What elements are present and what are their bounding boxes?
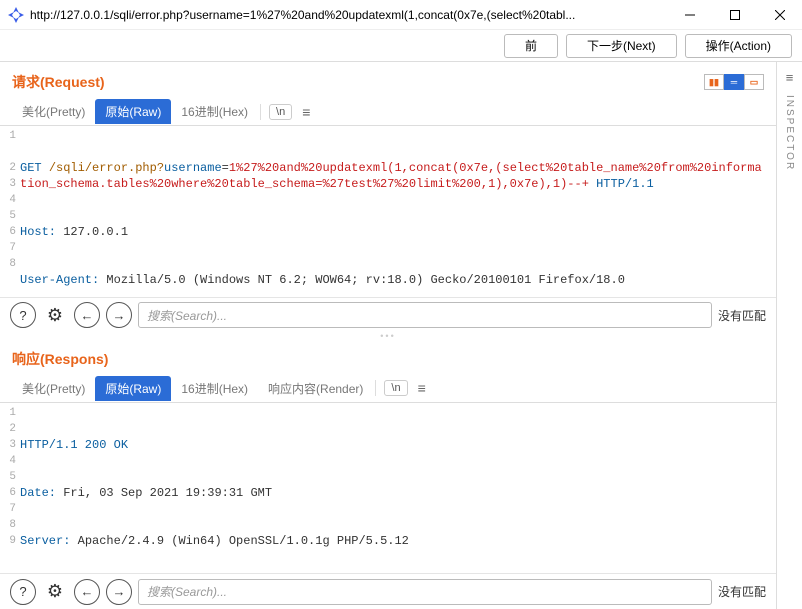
- next-match-icon[interactable]: →: [106, 302, 132, 328]
- gear-icon[interactable]: ⚙: [42, 302, 68, 328]
- gear-icon-resp[interactable]: ⚙: [42, 579, 68, 605]
- response-no-match: 没有匹配: [718, 583, 766, 600]
- request-title: 请求(Request): [12, 72, 105, 92]
- view-columns-icon[interactable]: ▮▮: [704, 74, 724, 90]
- help-icon-resp[interactable]: ?: [10, 579, 36, 605]
- menu-icon[interactable]: ≡: [298, 102, 314, 122]
- back-button[interactable]: 前: [504, 34, 558, 58]
- toolbar: 前 下一步(Next) 操作(Action): [0, 30, 802, 62]
- tab-raw-resp[interactable]: 原始(Raw): [95, 376, 171, 401]
- view-single-icon[interactable]: ▭: [744, 74, 764, 90]
- app-icon: [8, 7, 24, 23]
- request-tabs: 美化(Pretty) 原始(Raw) 16进制(Hex) \n ≡: [0, 98, 776, 126]
- action-button[interactable]: 操作(Action): [685, 34, 792, 58]
- inspector-rail: ≡ INSPECTOR: [776, 62, 802, 609]
- next-match-icon-resp[interactable]: →: [106, 579, 132, 605]
- prev-match-icon-resp[interactable]: ←: [74, 579, 100, 605]
- tab-hex[interactable]: 16进制(Hex): [171, 99, 258, 124]
- help-icon[interactable]: ?: [10, 302, 36, 328]
- tab-pretty-resp[interactable]: 美化(Pretty): [12, 376, 95, 401]
- rail-menu-icon[interactable]: ≡: [786, 70, 794, 85]
- view-toggle: ▮▮ ═ ▭: [704, 74, 764, 90]
- request-search-input[interactable]: 搜索(Search)...: [138, 302, 712, 328]
- menu-icon-resp[interactable]: ≡: [414, 378, 430, 398]
- tab-raw[interactable]: 原始(Raw): [95, 99, 171, 124]
- tab-pretty[interactable]: 美化(Pretty): [12, 99, 95, 124]
- request-section: 请求(Request) ▮▮ ═ ▭ 美化(Pretty) 原始(Raw) 16…: [0, 62, 776, 333]
- response-body[interactable]: 123456789 HTTP/1.1 200 OK Date: Fri, 03 …: [0, 403, 776, 574]
- request-no-match: 没有匹配: [718, 307, 766, 324]
- response-search-bar: ? ⚙ ← → 搜索(Search)... 没有匹配: [0, 573, 776, 609]
- window-title: http://127.0.0.1/sqli/error.php?username…: [30, 8, 667, 22]
- response-section: 响应(Respons) 美化(Pretty) 原始(Raw) 16进制(Hex)…: [0, 339, 776, 609]
- response-tabs: 美化(Pretty) 原始(Raw) 16进制(Hex) 响应内容(Render…: [0, 375, 776, 403]
- view-rows-icon[interactable]: ═: [724, 74, 744, 90]
- tab-render-resp[interactable]: 响应内容(Render): [258, 376, 373, 401]
- request-gutter: 12345678: [0, 128, 20, 297]
- newline-toggle-resp[interactable]: \n: [384, 380, 407, 396]
- response-title: 响应(Respons): [12, 349, 108, 369]
- close-button[interactable]: [757, 0, 802, 29]
- window-controls: [667, 0, 802, 29]
- minimize-button[interactable]: [667, 0, 712, 29]
- tab-hex-resp[interactable]: 16进制(Hex): [171, 376, 258, 401]
- response-gutter: 123456789: [0, 405, 20, 574]
- title-bar: http://127.0.0.1/sqli/error.php?username…: [0, 0, 802, 30]
- maximize-button[interactable]: [712, 0, 757, 29]
- next-button[interactable]: 下一步(Next): [566, 34, 677, 58]
- response-search-input[interactable]: 搜索(Search)...: [138, 579, 712, 605]
- prev-match-icon[interactable]: ←: [74, 302, 100, 328]
- request-search-bar: ? ⚙ ← → 搜索(Search)... 没有匹配: [0, 297, 776, 333]
- request-body[interactable]: 12345678 GET /sqli/error.php?username=1%…: [0, 126, 776, 297]
- newline-toggle[interactable]: \n: [269, 104, 292, 120]
- inspector-label[interactable]: INSPECTOR: [784, 95, 795, 171]
